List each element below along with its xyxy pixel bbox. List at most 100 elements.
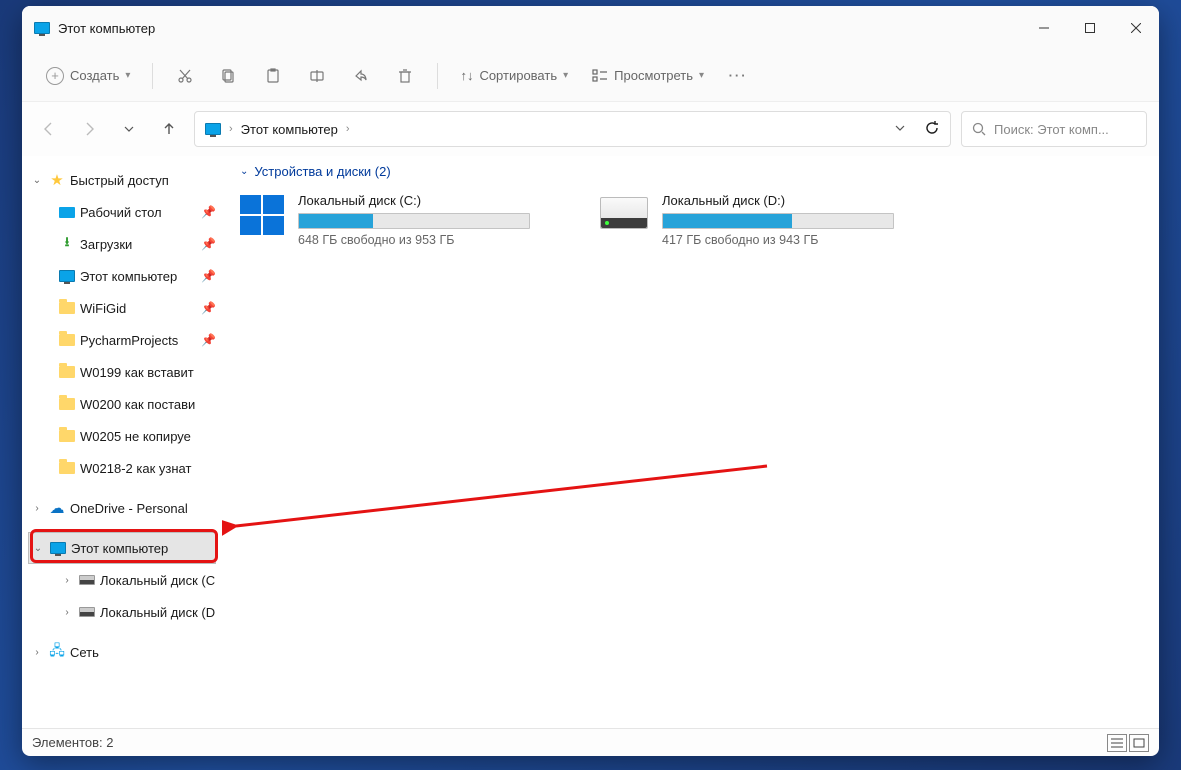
chevron-down-icon[interactable]: ⌄ [31,543,45,554]
windows-logo-icon [240,195,284,235]
chevron-right-icon[interactable]: › [60,575,74,586]
back-button[interactable] [34,114,64,144]
folder-icon [59,366,75,378]
sidebar-item-folder[interactable]: PycharmProjects 📌 [22,324,222,356]
monitor-icon [50,542,66,554]
pin-icon: 📌 [201,333,216,347]
sidebar-label: Этот компьютер [71,541,215,556]
new-label: Создать [70,68,119,83]
paste-button[interactable] [253,62,293,90]
sidebar: ⌄ ★ Быстрый доступ Рабочий стол 📌 ⭳ Загр… [22,156,222,728]
more-button[interactable]: ··· [718,62,758,89]
sidebar-item-folder[interactable]: W0218-2 как узнат [22,452,222,484]
new-button[interactable]: + Создать ▾ [36,61,140,91]
address-row: › Этот компьютер › Поиск: Этот комп... [22,102,1159,156]
storage-bar [298,213,530,229]
star-icon: ★ [48,171,66,189]
sidebar-item-label: W0199 как вставит [80,365,222,380]
drive-d[interactable]: Локальный диск (D:) 417 ГБ свободно из 9… [600,193,894,247]
maximize-button[interactable] [1067,13,1113,43]
sidebar-item-desktop[interactable]: Рабочий стол 📌 [22,196,222,228]
disk-icon [79,575,95,585]
minimize-button[interactable] [1021,13,1067,43]
window-title: Этот компьютер [58,21,155,36]
sidebar-item-folder[interactable]: WiFiGid 📌 [22,292,222,324]
chevron-right-icon[interactable]: › [60,607,74,618]
sidebar-drive-d[interactable]: › Локальный диск (D [22,596,222,628]
sidebar-label: Быстрый доступ [70,173,222,188]
cut-button[interactable] [165,62,205,90]
sidebar-item-folder[interactable]: W0205 не копируе [22,420,222,452]
view-label: Просмотреть [614,68,693,83]
toolbar: + Создать ▾ ↑↓ Сортировать ▾ Просмотреть… [22,50,1159,102]
chevron-right-icon[interactable]: › [30,503,44,514]
drive-free-text: 648 ГБ свободно из 953 ГБ [298,233,530,247]
desktop-icon [59,207,75,218]
sidebar-item-label: Загрузки [80,237,197,252]
recent-button[interactable] [114,114,144,144]
tiles-view-button[interactable] [1129,734,1149,752]
sidebar-item-downloads[interactable]: ⭳ Загрузки 📌 [22,228,222,260]
details-view-button[interactable] [1107,734,1127,752]
drive-name: Локальный диск (D:) [662,193,894,208]
sidebar-this-pc[interactable]: ⌄ Этот компьютер [28,532,216,564]
group-header[interactable]: ⌄ Устройства и диски (2) [240,164,1141,179]
address-bar[interactable]: › Этот компьютер › [194,111,951,147]
chevron-down-icon: ▾ [125,70,130,81]
file-explorer-window: Этот компьютер + Создать ▾ ↑↓ Сортироват… [22,6,1159,756]
sidebar-quick-access[interactable]: ⌄ ★ Быстрый доступ [22,164,222,196]
disk-icon [79,607,95,617]
sidebar-item-label: PycharmProjects [80,333,197,348]
sidebar-item-label: W0205 не копируе [80,429,222,444]
forward-button[interactable] [74,114,104,144]
refresh-button[interactable] [924,120,940,139]
sidebar-item-label: W0218-2 как узнат [80,461,222,476]
drive-c[interactable]: Локальный диск (C:) 648 ГБ свободно из 9… [240,193,530,247]
copy-button[interactable] [209,62,249,90]
monitor-icon [205,123,221,135]
up-button[interactable] [154,114,184,144]
separator [152,63,153,89]
sidebar-item-label: W0200 как постави [80,397,222,412]
view-icon [592,69,608,83]
share-button[interactable] [341,62,381,90]
sidebar-onedrive[interactable]: › ☁ OneDrive - Personal [22,492,222,524]
history-chevron-icon[interactable] [894,122,906,137]
sidebar-item-folder[interactable]: W0199 как вставит [22,356,222,388]
sidebar-item-thispc[interactable]: Этот компьютер 📌 [22,260,222,292]
chevron-right-icon[interactable]: › [30,647,44,658]
storage-fill [663,214,792,228]
chevron-right-icon: › [346,123,350,135]
breadcrumb-root[interactable]: Этот компьютер [241,122,338,137]
sidebar-item-folder[interactable]: W0200 как постави [22,388,222,420]
content-pane: ⌄ Устройства и диски (2) Локальный диск … [222,156,1159,728]
chevron-down-icon[interactable]: ⌄ [30,175,44,186]
rename-button[interactable] [297,62,337,90]
sidebar-network[interactable]: › 🖧 Сеть [22,636,222,668]
status-bar: Элементов: 2 [22,728,1159,756]
sidebar-item-label: WiFiGid [80,301,197,316]
sidebar-drive-c[interactable]: › Локальный диск (C [22,564,222,596]
drive-name: Локальный диск (C:) [298,193,530,208]
chevron-down-icon: ▾ [699,70,704,81]
folder-icon [59,334,75,346]
sort-icon: ↑↓ [460,68,473,83]
group-label: Устройства и диски (2) [254,164,390,179]
search-placeholder: Поиск: Этот комп... [994,122,1109,137]
body: ⌄ ★ Быстрый доступ Рабочий стол 📌 ⭳ Загр… [22,156,1159,728]
sidebar-label: Сеть [70,645,222,660]
folder-icon [59,302,75,314]
chevron-right-icon: › [229,123,233,135]
cloud-icon: ☁ [48,499,66,517]
view-button[interactable]: Просмотреть ▾ [582,62,714,89]
folder-icon [59,398,75,410]
delete-button[interactable] [385,62,425,90]
search-input[interactable]: Поиск: Этот комп... [961,111,1147,147]
folder-icon [59,430,75,442]
pin-icon: 📌 [201,301,216,315]
sort-button[interactable]: ↑↓ Сортировать ▾ [450,62,578,89]
titlebar: Этот компьютер [22,6,1159,50]
storage-fill [299,214,373,228]
close-button[interactable] [1113,13,1159,43]
search-icon [972,122,986,136]
